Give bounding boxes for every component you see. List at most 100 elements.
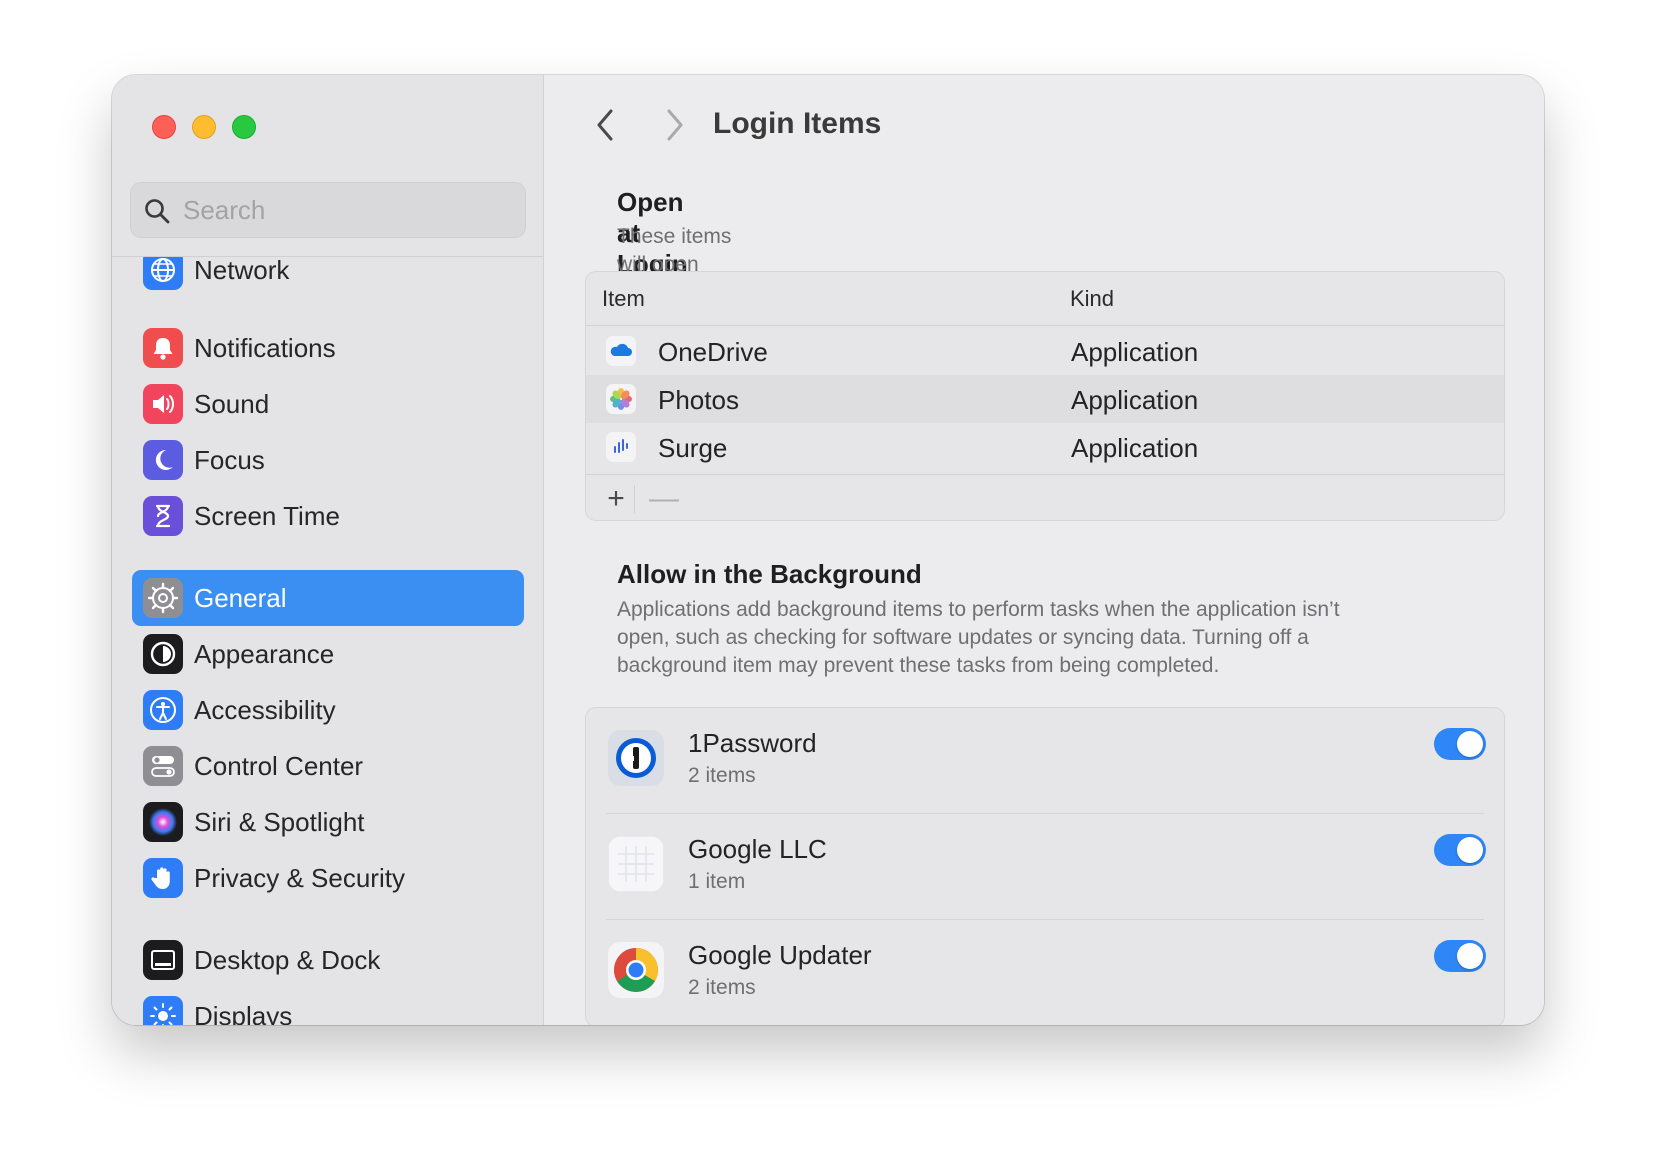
background-title: Allow in the Background bbox=[617, 559, 922, 589]
item-name: Surge bbox=[658, 433, 728, 463]
sidebar-item-label: Appearance bbox=[194, 638, 335, 669]
item-count: 1 item bbox=[688, 870, 746, 893]
minimize-button[interactable] bbox=[192, 115, 216, 139]
search-field[interactable] bbox=[130, 182, 526, 238]
item-kind: Application bbox=[1071, 337, 1199, 367]
sidebar-item-label: Focus bbox=[194, 444, 265, 475]
column-header-item[interactable]: Item bbox=[602, 286, 645, 312]
hand-icon bbox=[143, 858, 183, 898]
search-input[interactable] bbox=[183, 183, 513, 237]
sidebar-item-label: Siri & Spotlight bbox=[194, 806, 365, 837]
google-llc-icon bbox=[608, 836, 664, 892]
item-name: OneDrive bbox=[658, 337, 768, 367]
notifications-icon bbox=[143, 328, 183, 368]
search-icon bbox=[145, 199, 170, 224]
control-center-icon bbox=[143, 746, 183, 786]
item-name: Google LLC bbox=[688, 834, 827, 864]
item-name: 1Password bbox=[688, 728, 817, 758]
photos-icon bbox=[606, 384, 636, 414]
add-item-button[interactable]: + bbox=[596, 479, 636, 519]
chrome-icon bbox=[608, 942, 664, 998]
screen-time-icon bbox=[143, 496, 183, 536]
sidebar-item-network[interactable]: Network bbox=[132, 257, 524, 298]
chevron-right-icon bbox=[667, 109, 683, 141]
background-items-list: 1Password 2 items Google LLC 1 item Goog… bbox=[585, 707, 1505, 1025]
sidebar-item-label: Notifications bbox=[194, 332, 336, 363]
sidebar-item-label: Control Center bbox=[194, 750, 364, 781]
item-kind: Application bbox=[1071, 433, 1199, 463]
sidebar-list: Network Notifications Sound Focus Screen… bbox=[112, 257, 544, 1025]
sidebar-item-label: Network bbox=[194, 257, 290, 285]
displays-icon bbox=[143, 996, 183, 1025]
sidebar-item-screen-time[interactable]: Screen Time bbox=[132, 488, 524, 544]
desktop-dock-icon bbox=[143, 940, 183, 980]
1password-icon bbox=[608, 730, 664, 786]
footer-separator bbox=[634, 485, 635, 513]
list-item: Google LLC 1 item bbox=[586, 814, 1504, 920]
sidebar-item-label: Accessibility bbox=[194, 694, 336, 725]
zoom-button[interactable] bbox=[232, 115, 256, 139]
sound-icon bbox=[143, 384, 183, 424]
background-description-line: Applications add background items to per… bbox=[617, 598, 1340, 621]
sidebar-item-privacy-security[interactable]: Privacy & Security bbox=[132, 850, 524, 906]
login-items-table: Item Kind OneDrive Application Photos Ap… bbox=[585, 271, 1505, 521]
table-row[interactable]: Photos Application bbox=[586, 375, 1504, 423]
sidebar-item-label: Displays bbox=[194, 1000, 293, 1026]
network-icon bbox=[143, 257, 183, 290]
toggle-knob bbox=[1457, 731, 1483, 757]
background-description-line: open, such as checking for software upda… bbox=[617, 626, 1309, 649]
sidebar-item-label: Screen Time bbox=[194, 500, 340, 531]
sidebar-item-displays[interactable]: Displays bbox=[132, 988, 524, 1025]
sidebar-item-siri-spotlight[interactable]: Siri & Spotlight bbox=[132, 794, 524, 850]
table-row[interactable]: OneDrive Application bbox=[586, 327, 1504, 375]
toggle-knob bbox=[1457, 943, 1483, 969]
list-item: Google Updater 2 items bbox=[586, 920, 1504, 1025]
siri-icon bbox=[143, 802, 183, 842]
toolbar: Login Items bbox=[545, 75, 1544, 175]
traffic-lights bbox=[152, 115, 256, 139]
chevron-left-icon bbox=[597, 109, 613, 141]
back-button[interactable] bbox=[587, 105, 623, 145]
sidebar-item-appearance[interactable]: Appearance bbox=[132, 626, 524, 682]
toggle-knob bbox=[1457, 837, 1483, 863]
list-item: 1Password 2 items bbox=[586, 708, 1504, 814]
sidebar-item-notifications[interactable]: Notifications bbox=[132, 320, 524, 376]
table-header: Item Kind bbox=[586, 272, 1504, 326]
item-name: Photos bbox=[658, 385, 739, 415]
sidebar-item-desktop-dock[interactable]: Desktop & Dock bbox=[132, 932, 524, 988]
gear-icon bbox=[143, 578, 183, 618]
sidebar-item-control-center[interactable]: Control Center bbox=[132, 738, 524, 794]
sidebar: Network Notifications Sound bbox=[112, 75, 544, 1025]
close-button[interactable] bbox=[152, 115, 176, 139]
sidebar-item-label: Desktop & Dock bbox=[194, 944, 381, 975]
onedrive-icon bbox=[606, 336, 636, 366]
page-title: Login Items bbox=[713, 107, 882, 140]
focus-icon bbox=[143, 440, 183, 480]
item-count: 2 items bbox=[688, 764, 756, 787]
column-header-kind[interactable]: Kind bbox=[1070, 286, 1114, 312]
appearance-icon bbox=[143, 634, 183, 674]
item-name: Google Updater bbox=[688, 940, 872, 970]
remove-item-button[interactable]: — bbox=[644, 479, 684, 519]
accessibility-icon bbox=[143, 690, 183, 730]
google-updater-toggle[interactable] bbox=[1434, 940, 1486, 972]
background-description-line: background item may prevent these tasks … bbox=[617, 654, 1220, 677]
table-footer: + — bbox=[586, 474, 1504, 520]
sidebar-item-label: General bbox=[194, 582, 287, 613]
sidebar-item-label: Sound bbox=[194, 388, 270, 419]
main-pane: Login Items Open at Login These items wi… bbox=[545, 75, 1544, 1025]
google-llc-toggle[interactable] bbox=[1434, 834, 1486, 866]
sidebar-item-focus[interactable]: Focus bbox=[132, 432, 524, 488]
item-count: 2 items bbox=[688, 976, 756, 999]
table-row[interactable]: Surge Application bbox=[586, 423, 1504, 471]
item-kind: Application bbox=[1071, 385, 1199, 415]
sidebar-item-general[interactable]: General bbox=[132, 570, 524, 626]
settings-window: Network Notifications Sound bbox=[112, 75, 1544, 1025]
surge-icon bbox=[606, 432, 636, 462]
1password-toggle[interactable] bbox=[1434, 728, 1486, 760]
sidebar-item-sound[interactable]: Sound bbox=[132, 376, 524, 432]
sidebar-item-accessibility[interactable]: Accessibility bbox=[132, 682, 524, 738]
background-description: Applications add background items to per… bbox=[617, 596, 1340, 680]
sidebar-item-label: Privacy & Security bbox=[194, 862, 405, 893]
forward-button[interactable] bbox=[657, 105, 693, 145]
